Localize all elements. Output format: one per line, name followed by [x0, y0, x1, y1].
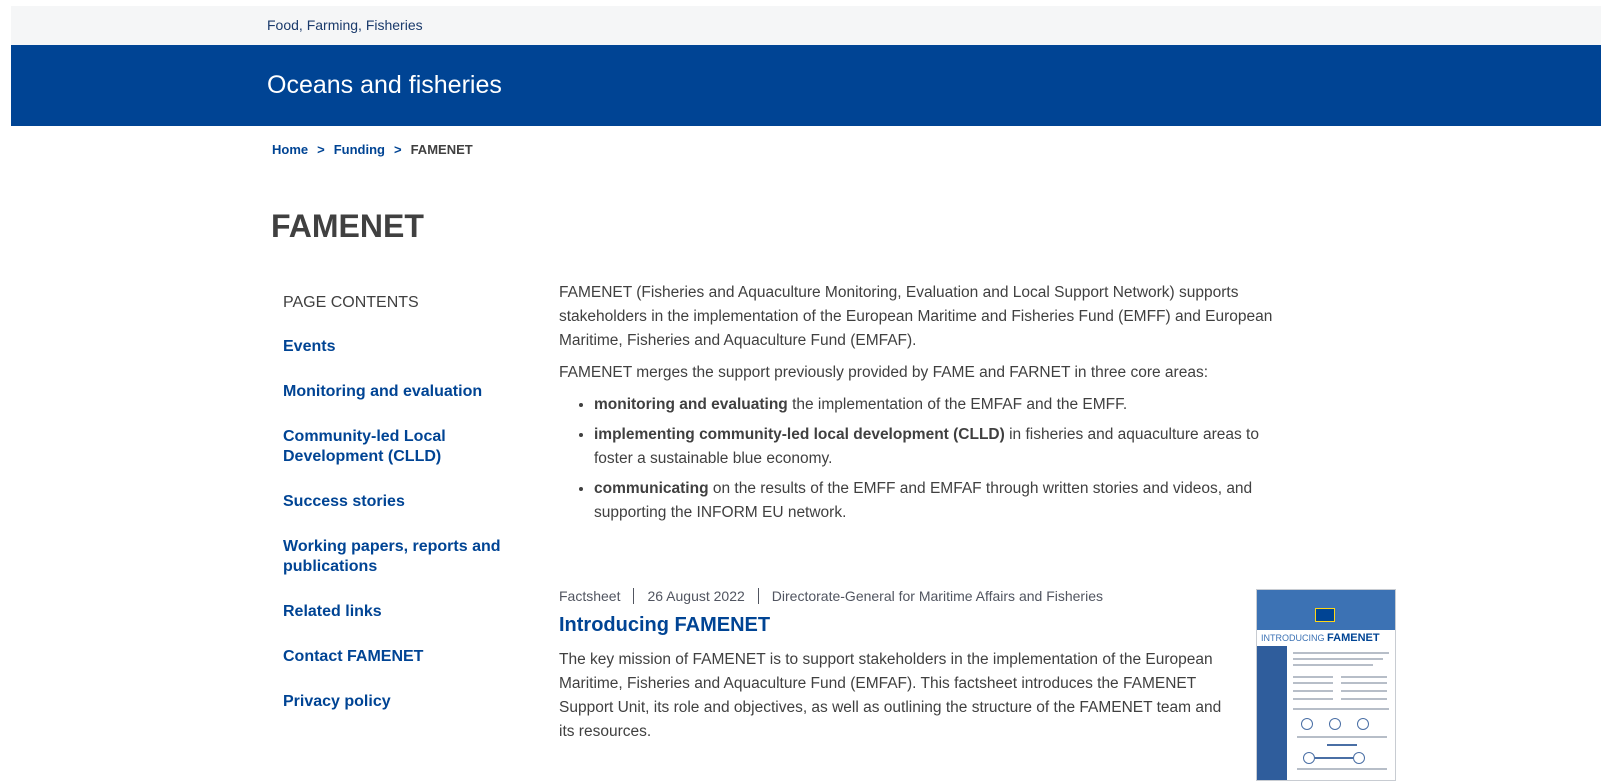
- site-name-link[interactable]: Food, Farming, Fisheries: [267, 17, 423, 33]
- thumbnail-text-line: [1293, 676, 1333, 678]
- thumbnail-text-line: [1293, 658, 1383, 660]
- core-areas-list: monitoring and evaluating the implementa…: [559, 393, 1279, 525]
- factsheet-type: Factsheet: [559, 588, 621, 604]
- factsheet-thumbnail[interactable]: INTRODUCING FAMENET: [1256, 589, 1396, 781]
- thumbnail-text-line: [1341, 698, 1387, 700]
- main-content: FAMENET (Fisheries and Aquaculture Monit…: [559, 281, 1279, 531]
- thumbnail-text-line: [1293, 664, 1373, 666]
- thumbnail-text-line: [1297, 768, 1387, 770]
- toc-item-privacy-policy[interactable]: Privacy policy: [283, 692, 523, 712]
- list-item-bold: implementing community-led local develop…: [594, 426, 1005, 443]
- meta-divider: [633, 588, 635, 604]
- site-header-strip: Food, Farming, Fisheries: [11, 6, 1601, 45]
- meta-divider: [757, 588, 759, 604]
- thumbnail-connector-line: [1315, 757, 1353, 759]
- thumbnail-text-line: [1341, 682, 1387, 684]
- thumbnail-text-line: [1293, 682, 1333, 684]
- merges-paragraph: FAMENET merges the support previously pr…: [559, 364, 1208, 381]
- site-banner: Oceans and fisheries: [11, 45, 1601, 126]
- banner-title-link[interactable]: Oceans and fisheries: [267, 71, 502, 100]
- toc-item-clld[interactable]: Community-led Local Development (CLLD): [283, 427, 523, 467]
- toc-item-related-links[interactable]: Related links: [283, 602, 523, 622]
- thumbnail-text-line: [1293, 698, 1333, 700]
- list-item-text: the implementation of the EMFAF and the …: [787, 396, 1128, 413]
- thumbnail-diagram-node: [1303, 752, 1315, 764]
- thumbnail-diagram-node: [1357, 718, 1369, 730]
- page-contents-nav: PAGE CONTENTS Events Monitoring and eval…: [283, 294, 523, 737]
- thumbnail-text-line: [1297, 736, 1387, 738]
- thumbnail-title-name: FAMENET: [1327, 632, 1380, 644]
- factsheet-title-link[interactable]: Introducing FAMENET: [559, 614, 1239, 637]
- thumbnail-diagram-node: [1301, 718, 1313, 730]
- thumbnail-text-line: [1293, 652, 1389, 654]
- thumbnail-text-line: [1293, 708, 1389, 710]
- breadcrumb: Home > Funding > FAMENET: [272, 142, 473, 157]
- intro-paragraph: FAMENET (Fisheries and Aquaculture Monit…: [559, 284, 1273, 349]
- toc-item-working-papers[interactable]: Working papers, reports and publications: [283, 537, 523, 577]
- eu-flag-icon: [1315, 608, 1335, 622]
- breadcrumb-funding[interactable]: Funding: [334, 142, 385, 157]
- toc-item-monitoring-evaluation[interactable]: Monitoring and evaluation: [283, 382, 523, 402]
- factsheet-meta: Factsheet 26 August 2022 Directorate-Gen…: [559, 588, 1239, 604]
- breadcrumb-separator: >: [393, 142, 402, 157]
- thumbnail-title-prefix: INTRODUCING: [1261, 633, 1325, 643]
- list-item: communicating on the results of the EMFF…: [594, 477, 1279, 525]
- factsheet-description: The key mission of FAMENET is to support…: [559, 651, 1222, 740]
- toc-item-contact[interactable]: Contact FAMENET: [283, 647, 523, 667]
- list-item: monitoring and evaluating the implementa…: [594, 393, 1279, 417]
- breadcrumb-separator: >: [317, 142, 325, 157]
- factsheet-author: Directorate-General for Maritime Affairs…: [771, 588, 1103, 604]
- page-contents-heading: PAGE CONTENTS: [283, 294, 419, 311]
- thumbnail-sidebar: [1257, 646, 1287, 780]
- thumbnail-title: INTRODUCING FAMENET: [1261, 632, 1380, 644]
- list-item-bold: communicating: [594, 480, 709, 497]
- thumbnail-text-line: [1327, 744, 1357, 746]
- toc-item-success-stories[interactable]: Success stories: [283, 492, 523, 512]
- thumbnail-text-line: [1341, 676, 1387, 678]
- toc-item-events[interactable]: Events: [283, 337, 523, 357]
- list-item-bold: monitoring and evaluating: [594, 396, 788, 413]
- thumbnail-diagram-node: [1353, 752, 1365, 764]
- thumbnail-text-line: [1293, 690, 1333, 692]
- factsheet-card: Factsheet 26 August 2022 Directorate-Gen…: [559, 588, 1239, 744]
- breadcrumb-home[interactable]: Home: [272, 142, 308, 157]
- breadcrumb-current: FAMENET: [410, 142, 473, 157]
- thumbnail-text-line: [1341, 690, 1387, 692]
- factsheet-date: 26 August 2022: [647, 588, 745, 604]
- page-title: FAMENET: [271, 208, 424, 244]
- list-item: implementing community-led local develop…: [594, 423, 1279, 471]
- thumbnail-diagram-node: [1329, 718, 1341, 730]
